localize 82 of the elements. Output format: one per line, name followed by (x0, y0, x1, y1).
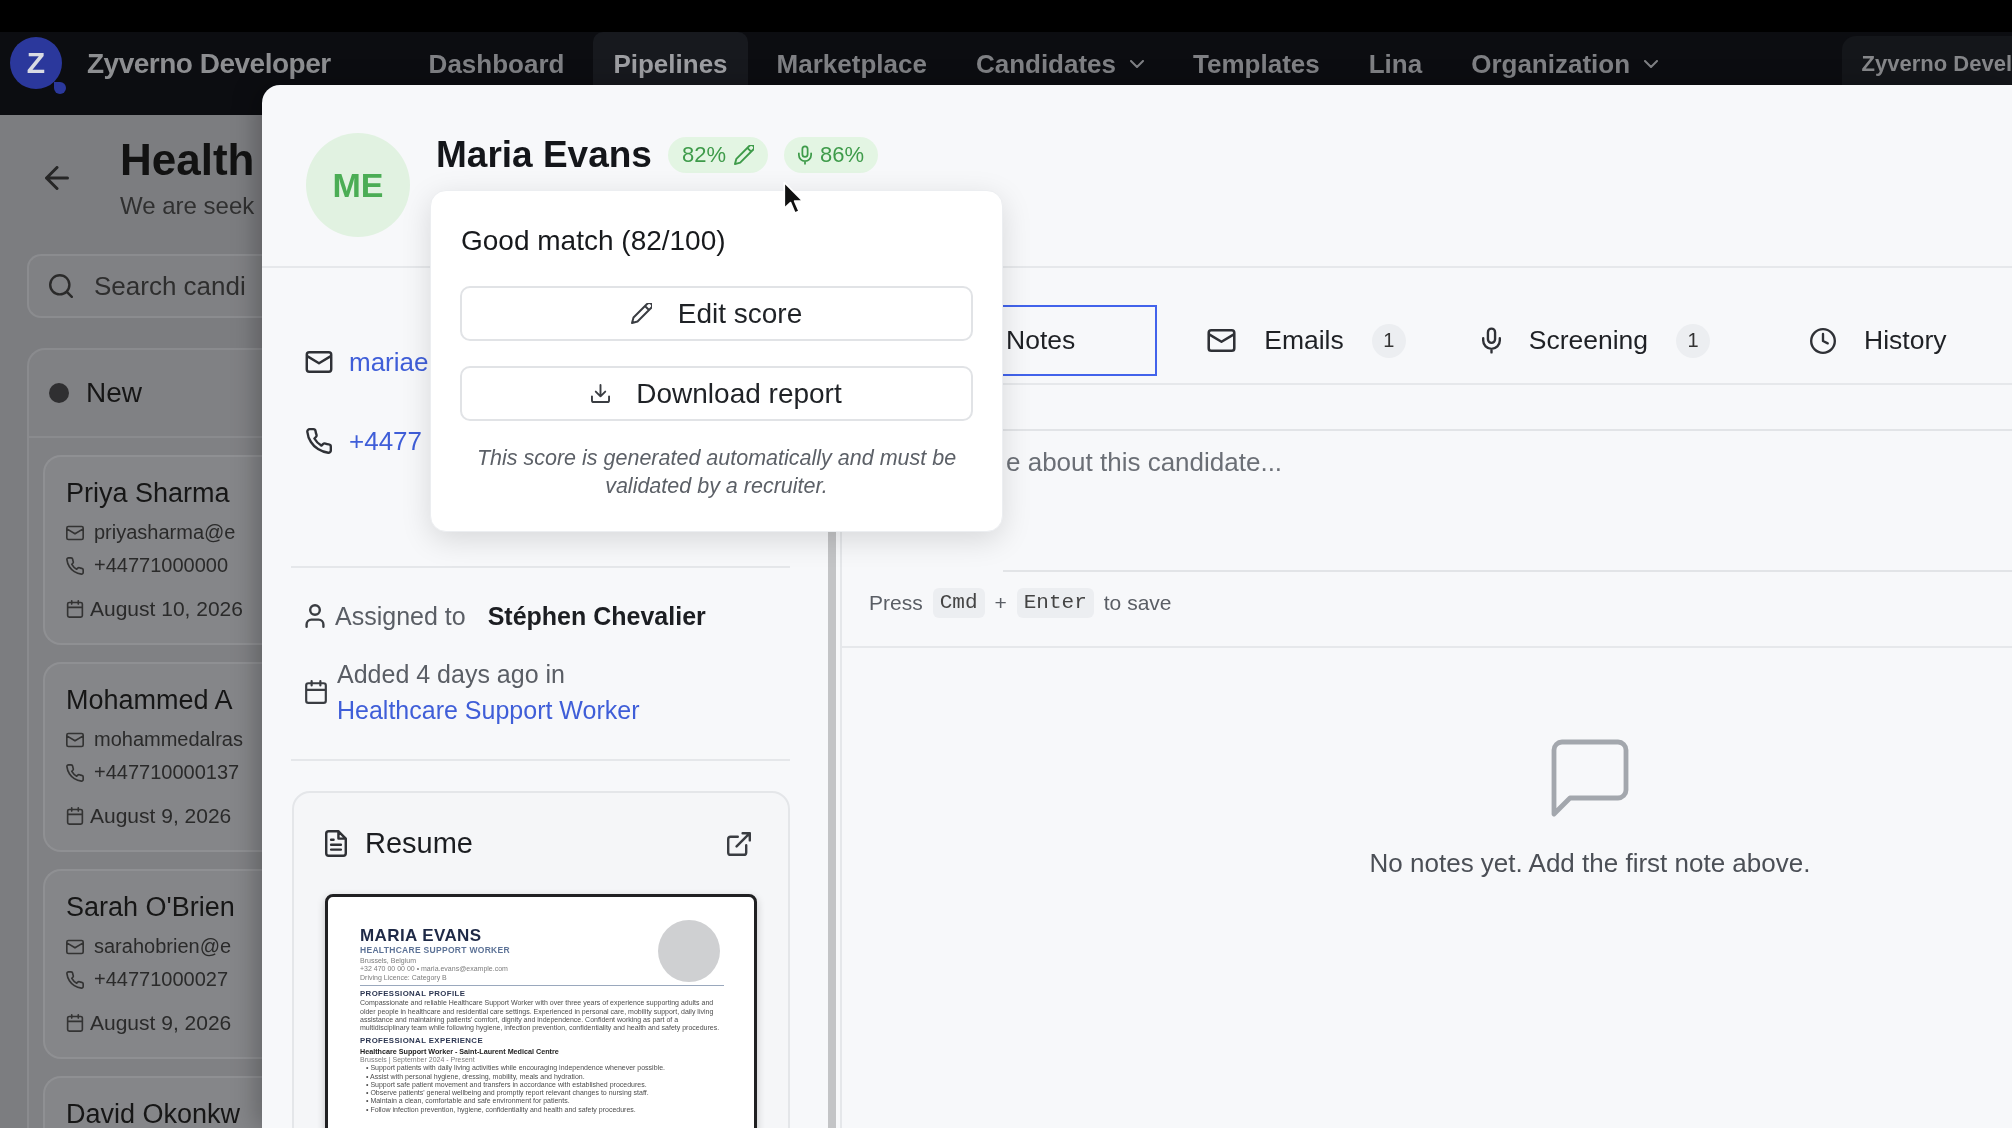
document-icon (325, 830, 347, 857)
download-icon (591, 384, 611, 403)
mail-icon (66, 937, 84, 956)
avatar: ME (306, 133, 410, 237)
calendar-icon (66, 1013, 84, 1032)
brand-name: Zyverno Developer (87, 48, 331, 80)
chevron-down-icon (1644, 60, 1659, 68)
phone-icon (305, 428, 333, 454)
candidate-name: Maria Evans (436, 134, 652, 176)
candidate-phone: +44771000000 (94, 553, 229, 578)
job-link[interactable]: Healthcare Support Worker (337, 696, 640, 724)
calendar-icon (66, 599, 84, 618)
screening-score[interactable]: 86% (784, 137, 879, 173)
candidate-phone: +447710000137 (94, 760, 240, 785)
nav-item[interactable]: Candidates (955, 32, 1165, 115)
edit-button[interactable]: Edit score (460, 286, 973, 341)
tab[interactable]: Emails 1 (1181, 305, 1432, 376)
phone-link[interactable]: +4477 (349, 425, 423, 457)
resume-name: MARIA EVANS (360, 926, 483, 945)
search-icon (49, 274, 73, 298)
candidate-phone: +44771000027 (94, 967, 229, 992)
tab[interactable]: History (1784, 305, 1973, 376)
page-subtitle: We are seek (120, 191, 255, 221)
phone-icon (66, 763, 84, 782)
microphone-icon (1481, 327, 1501, 354)
microphone-icon (798, 145, 812, 165)
chevron-down-icon (1130, 60, 1145, 68)
resume-role: HEALTHCARE SUPPORT WORKER (360, 945, 510, 955)
candidate-card[interactable]: David Okonkw (43, 1076, 262, 1128)
candidate-name: David Okonkw (66, 1098, 242, 1128)
tab-count: 1 (1676, 323, 1711, 358)
hint-text: Press (869, 590, 923, 616)
phone-icon (66, 970, 84, 989)
page-title: Health (120, 137, 255, 183)
note-input[interactable]: e about this candidate... (1003, 429, 2012, 572)
mail-icon (66, 523, 84, 542)
clock-icon (1810, 327, 1837, 354)
date-added: August 9, 2026 (90, 803, 232, 829)
added-info: Added 4 days ago in Healthcare Support Worker (337, 659, 641, 726)
external-link-icon[interactable] (727, 831, 751, 856)
candidate-email: mohammedalras (94, 727, 243, 752)
date-added: August 10, 2026 (90, 596, 243, 622)
nav-item[interactable]: Organization (1451, 32, 1679, 115)
back-arrow-icon[interactable] (45, 166, 69, 190)
empty-state-message: No notes yet. Add the first note above. (1369, 847, 1811, 879)
match-score[interactable]: 82% (667, 137, 768, 173)
calendar-icon (66, 806, 84, 825)
candidate-name: Mohammed A (66, 684, 234, 716)
person-icon (305, 604, 325, 628)
mail-icon (1207, 329, 1237, 352)
hint-text: to save (1103, 590, 1172, 616)
plus-sign: + (994, 590, 1007, 616)
calendar-icon (305, 680, 327, 704)
candidate-card[interactable]: Sarah O'Brien sarahobrien@e +44771000027 August 9, 2026 (43, 869, 262, 1059)
mail-icon (66, 730, 84, 749)
column-title: New (86, 377, 142, 409)
download-button[interactable]: Download report (460, 366, 973, 421)
pencil-icon (734, 145, 754, 165)
resume-title: Resume (365, 827, 473, 860)
candidate-card[interactable]: Mohammed A mohammedalras +447710000137 August 9, 2026 (43, 662, 262, 852)
tab-count: 1 (1371, 323, 1406, 358)
keyboard-key: Cmd (932, 588, 985, 618)
candidate-email: sarahobrien@e (94, 934, 232, 959)
assigned-label: Assigned to (335, 601, 466, 631)
popover-title: Good match (82/100) (461, 224, 727, 258)
assignee-name: Stéphen Chevalier (487, 601, 706, 631)
candidate-name: Sarah O'Brien (66, 891, 236, 923)
disclaimer-text: This score is generated automatically and must be validated by a recruiter. (475, 445, 958, 500)
chat-bubble-icon (1550, 738, 1630, 818)
candidate-card[interactable]: Priya Sharma priyasharma@e +44771000000 August 10, 2026 (43, 455, 262, 645)
phone-icon (66, 556, 84, 575)
status-dot (49, 383, 69, 403)
pencil-icon (630, 303, 652, 324)
resume-preview[interactable] (325, 894, 757, 1128)
mail-icon (305, 351, 333, 373)
date-added: August 9, 2026 (90, 1010, 232, 1036)
search-field[interactable]: Search candi (27, 254, 262, 318)
email-link[interactable]: mariae (349, 346, 429, 378)
candidate-email: priyasharma@e (94, 520, 236, 545)
tab[interactable]: Screening 1 (1455, 305, 1737, 376)
candidate-name: Priya Sharma (66, 477, 231, 509)
keyboard-key: Enter (1016, 588, 1094, 618)
